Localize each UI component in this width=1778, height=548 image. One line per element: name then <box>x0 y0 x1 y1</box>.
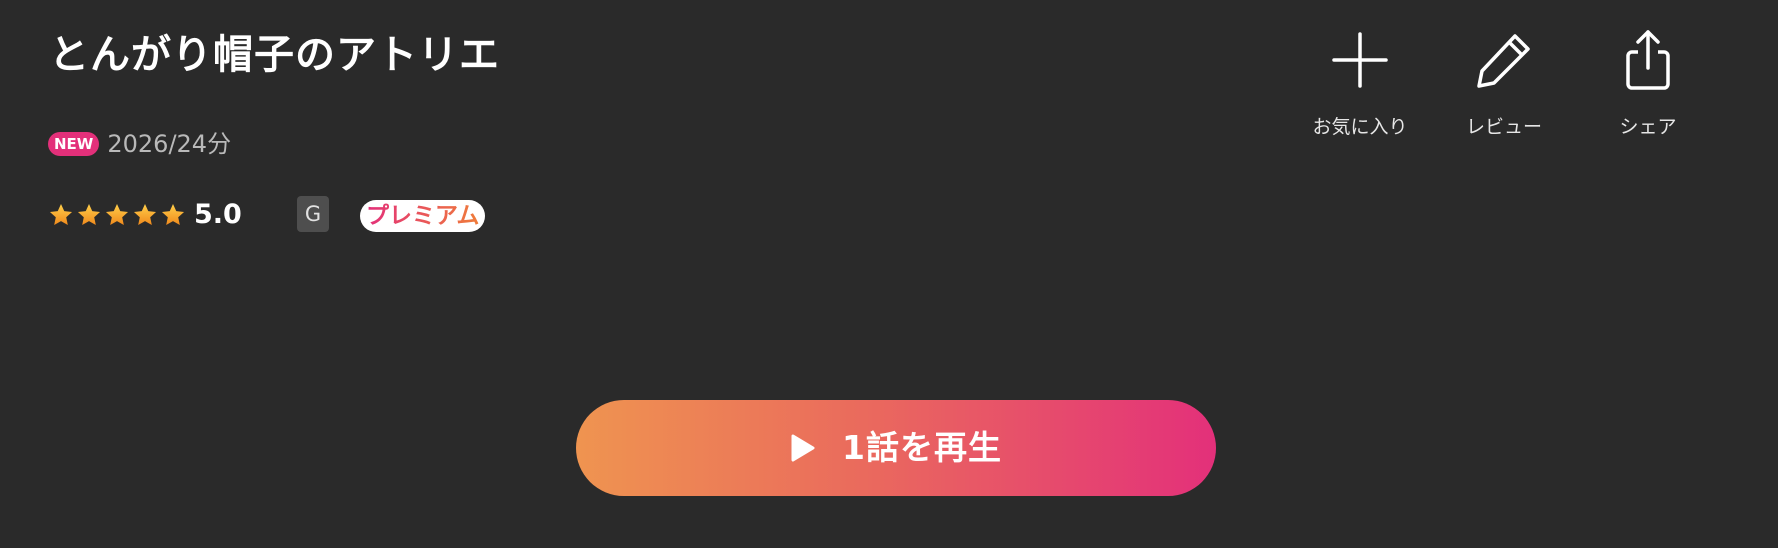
premium-badge: プレミアム <box>360 200 486 232</box>
age-rating-badge: G <box>297 196 329 232</box>
star-icon <box>105 203 129 225</box>
meta-row: NEW 2026/24分 <box>48 128 231 160</box>
pencil-icon <box>1477 34 1530 88</box>
star-icon <box>161 203 185 225</box>
star-rating <box>48 202 188 228</box>
star-icon <box>77 203 101 225</box>
share-icon <box>1626 30 1670 90</box>
new-badge: NEW <box>48 132 100 156</box>
star-icon <box>133 203 157 225</box>
review-button[interactable]: レビュー <box>1444 28 1564 138</box>
play-episode-button[interactable]: 1話を再生 <box>576 400 1216 496</box>
share-label: シェア <box>1619 116 1677 138</box>
title-detail-page: とんがり帽子のアトリエ NEW 2026/24分 5.0 G プレミアム お気に… <box>0 0 1778 548</box>
page-title: とんがり帽子のアトリエ <box>49 32 500 78</box>
rating-value: 5.0 <box>194 199 242 230</box>
star-icon <box>49 203 73 225</box>
favorite-label: お気に入り <box>1312 116 1408 138</box>
rating-row: 5.0 <box>48 194 242 236</box>
year-duration-text: 2026/24分 <box>107 130 232 158</box>
share-button[interactable]: シェア <box>1588 28 1708 138</box>
play-icon <box>791 434 815 462</box>
review-label: レビュー <box>1465 116 1542 138</box>
premium-label: プレミアム <box>366 203 480 229</box>
favorite-button[interactable]: お気に入り <box>1300 28 1420 138</box>
plus-icon <box>1332 32 1388 88</box>
play-button-label: 1話を再生 <box>842 428 1002 467</box>
